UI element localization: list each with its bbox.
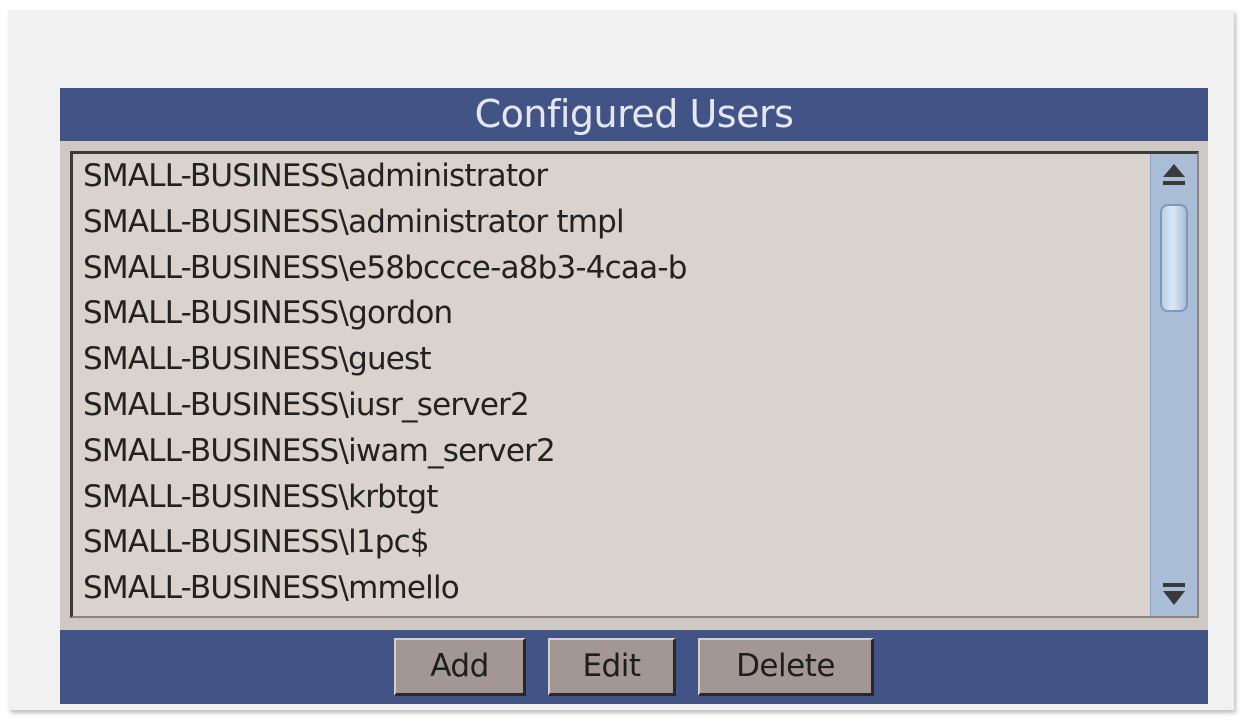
list-item[interactable]: SMALL-BUSINESS\gordon (73, 291, 1149, 337)
users-list: SMALL-BUSINESS\administrator SMALL-BUSIN… (73, 154, 1149, 616)
list-item[interactable]: SMALL-BUSINESS\administrator (73, 154, 1149, 200)
list-item[interactable]: SMALL-BUSINESS\iusr_server2 (73, 383, 1149, 429)
list-item[interactable]: SMALL-BUSINESS\e58bccce-a8b3-4caa-b (73, 246, 1149, 292)
list-item[interactable]: SMALL-BUSINESS\administrator tmpl (73, 200, 1149, 246)
scroll-up-arrow-icon[interactable] (1151, 154, 1197, 198)
list-item[interactable]: SMALL-BUSINESS\l1pc$ (73, 520, 1149, 566)
list-frame: SMALL-BUSINESS\administrator SMALL-BUSIN… (60, 141, 1208, 630)
scroll-down-arrow-icon[interactable] (1151, 572, 1197, 616)
scroll-thumb[interactable] (1160, 204, 1188, 312)
list-item[interactable]: SMALL-BUSINESS\krbtgt (73, 475, 1149, 521)
add-button[interactable]: Add (394, 638, 526, 696)
configured-users-panel: Configured Users SMALL-BUSINESS\administ… (8, 10, 1234, 710)
action-bar: Add Edit Delete (60, 630, 1208, 704)
list-item[interactable]: SMALL-BUSINESS\guest (73, 337, 1149, 383)
users-listbox[interactable]: SMALL-BUSINESS\administrator SMALL-BUSIN… (70, 151, 1199, 618)
list-item[interactable]: SMALL-BUSINESS\iwam_server2 (73, 429, 1149, 475)
list-item[interactable]: SMALL-BUSINESS\mmello (73, 566, 1149, 612)
panel-title: Configured Users (60, 88, 1208, 141)
delete-button[interactable]: Delete (698, 638, 874, 696)
edit-button[interactable]: Edit (548, 638, 676, 696)
vertical-scrollbar[interactable] (1150, 154, 1197, 616)
